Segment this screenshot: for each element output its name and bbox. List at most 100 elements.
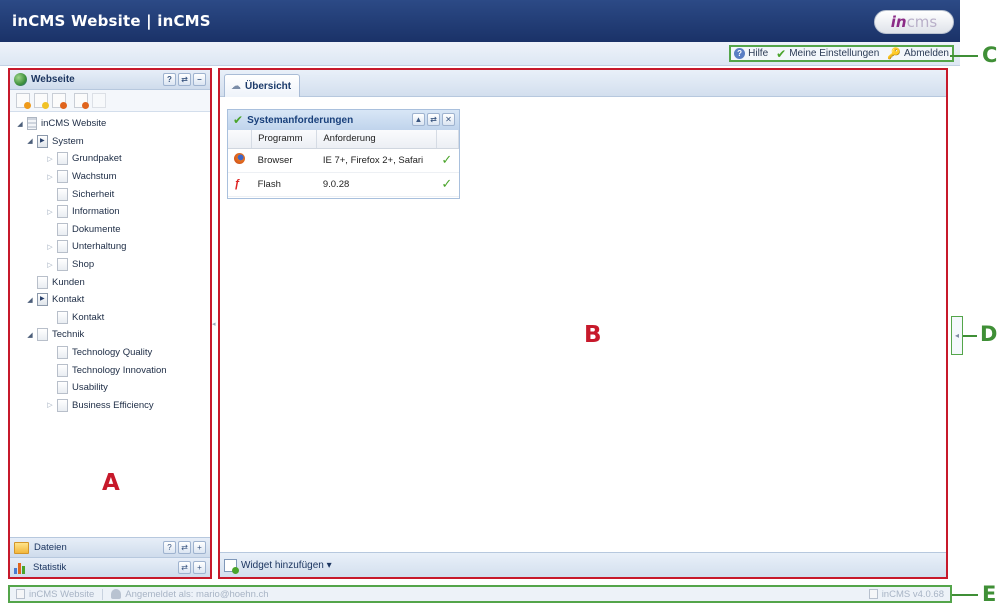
check-icon: ✔ <box>776 46 787 61</box>
tree-item[interactable]: ▷ Information <box>10 203 210 221</box>
tree-item-label: Technology Innovation <box>72 364 167 376</box>
page-icon <box>57 240 68 254</box>
copy-page-icon[interactable] <box>74 93 89 109</box>
tree-item-label: Usability <box>72 382 108 394</box>
widget-header[interactable]: ✔ Systemanforderungen ▲ ⇄ ✕ <box>228 110 459 130</box>
tree-item-label: Information <box>72 206 120 218</box>
tree-item[interactable]: ◢ Kontakt <box>10 291 210 309</box>
page-icon <box>16 589 25 599</box>
tree-item-label: Sicherheit <box>72 188 115 200</box>
expand-arrow-icon[interactable]: ▷ <box>46 261 54 269</box>
help-link[interactable]: ? Hilfe <box>734 48 768 59</box>
stats-refresh-button[interactable]: ⇄ <box>178 561 191 574</box>
page-icon <box>37 328 48 342</box>
tree-item[interactable]: Kunden <box>10 273 210 291</box>
expand-arrow-icon[interactable]: ▷ <box>46 243 54 251</box>
callout-e: E <box>982 582 997 606</box>
overview-panel: ☁ Übersicht ✔ Systemanforderungen ▲ ⇄ ✕ … <box>218 68 948 579</box>
add-page-icon[interactable] <box>16 93 31 109</box>
left-panel-footer: Dateien ? ⇄ + Statistik ⇄ + <box>10 537 210 577</box>
region-label-b: B <box>584 322 602 348</box>
tree-item[interactable]: ◢ System <box>10 133 210 151</box>
tab-overview[interactable]: ☁ Übersicht <box>224 74 301 97</box>
check-icon: ✓ <box>436 148 459 173</box>
files-expand-button[interactable]: + <box>193 541 206 554</box>
add-widget-icon <box>224 558 239 574</box>
settings-link[interactable]: ✔ Meine Einstellungen <box>776 47 879 61</box>
paste-page-icon[interactable] <box>92 93 106 108</box>
tree-item[interactable]: Usability <box>10 379 210 397</box>
globe-icon <box>14 73 27 86</box>
tree-item-label: Kontakt <box>52 294 85 306</box>
statistics-section[interactable]: Statistik ⇄ + <box>10 557 210 577</box>
expand-arrow-icon[interactable]: ◢ <box>16 120 24 128</box>
stats-expand-button[interactable]: + <box>193 561 206 574</box>
logout-link[interactable]: 🔑 Abmelden <box>887 47 949 60</box>
tree-item-label: Wachstum <box>72 171 117 183</box>
incms-logo[interactable]: incms <box>874 10 954 34</box>
add-widget-button[interactable]: Widget hinzufügen ▾ <box>241 560 332 571</box>
tree-item[interactable]: ▷ Unterhaltung <box>10 238 210 256</box>
tree-item-label: System <box>52 135 84 147</box>
status-site[interactable]: inCMS Website <box>16 589 94 600</box>
site-panel-tools: ? ⇄ – <box>163 73 206 86</box>
expand-arrow-icon[interactable]: ◢ <box>26 296 34 304</box>
refresh-button[interactable]: ⇄ <box>178 73 191 86</box>
tree-item[interactable]: Dokumente <box>10 221 210 239</box>
top-toolbar: ? Hilfe ✔ Meine Einstellungen 🔑 Abmelden <box>0 42 960 66</box>
table-row: Browser IE 7+, Firefox 2+, Safari ✓ <box>228 148 459 173</box>
widget-refresh-button[interactable]: ⇄ <box>427 113 440 126</box>
callout-line-c <box>950 55 978 57</box>
app-title: inCMS Website | inCMS <box>12 12 211 30</box>
status-version: inCMS v4.0.68 <box>868 589 944 600</box>
page-icon <box>37 275 48 289</box>
site-tree: ◢ inCMS Website ◢ System ▷ Grundpaket ▷ Wachstu… <box>10 112 210 414</box>
expand-arrow-icon[interactable]: ▷ <box>46 173 54 181</box>
edit-page-icon[interactable] <box>34 93 49 109</box>
expand-arrow-icon[interactable]: ▷ <box>46 208 54 216</box>
east-panel-collapse-handle[interactable]: ◂ <box>951 316 963 355</box>
page-icon <box>57 346 68 360</box>
widget-collapse-button[interactable]: ▲ <box>412 113 425 126</box>
tree-item[interactable]: ◢ Technik <box>10 326 210 344</box>
help-button[interactable]: ? <box>163 73 176 86</box>
files-refresh-button[interactable]: ⇄ <box>178 541 191 554</box>
expand-arrow-icon[interactable]: ◢ <box>26 137 34 145</box>
panel-splitter[interactable]: ◂ <box>212 320 216 328</box>
tree-item-label: Kontakt <box>72 311 105 323</box>
widget-close-button[interactable]: ✕ <box>442 113 455 126</box>
column-header[interactable]: Anforderung <box>316 130 437 149</box>
page-icon <box>57 152 68 166</box>
tab-strip: ☁ Übersicht <box>220 70 946 97</box>
tree-item[interactable]: Technology Innovation <box>10 361 210 379</box>
tree-item[interactable]: Kontakt <box>10 309 210 327</box>
region-label-a: A <box>102 470 120 496</box>
tree-item[interactable]: ▷ Business Efficiency <box>10 397 210 415</box>
help-icon: ? <box>734 48 746 59</box>
expand-arrow-icon[interactable]: ▷ <box>46 401 54 409</box>
system-requirements-widget: ✔ Systemanforderungen ▲ ⇄ ✕ Programm Anf… <box>227 109 460 199</box>
collapse-button[interactable]: – <box>193 73 206 86</box>
tree-item[interactable]: ▷ Wachstum <box>10 168 210 186</box>
files-section[interactable]: Dateien ? ⇄ + <box>10 537 210 557</box>
site-tree-panel: Webseite ? ⇄ – ◢ inCMS Website ◢ System ▷ Gru… <box>8 68 212 579</box>
expand-arrow-icon[interactable]: ▷ <box>46 155 54 163</box>
column-header[interactable]: Programm <box>251 130 318 149</box>
website-icon <box>27 117 37 131</box>
page-icon <box>57 205 68 219</box>
page-icon <box>57 310 68 324</box>
tree-item[interactable]: Sicherheit <box>10 185 210 203</box>
expand-arrow-icon[interactable]: ◢ <box>26 331 34 339</box>
page-icon <box>57 398 68 412</box>
callout-line-d <box>963 335 977 337</box>
delete-page-icon[interactable] <box>52 93 67 109</box>
tree-item[interactable]: Technology Quality <box>10 344 210 362</box>
files-help-button[interactable]: ? <box>163 541 176 554</box>
tree-item-label: Unterhaltung <box>72 241 127 253</box>
tree-item[interactable]: ▷ Grundpaket <box>10 150 210 168</box>
tree-item[interactable]: ▷ Shop <box>10 256 210 274</box>
tree-item[interactable]: ◢ inCMS Website <box>10 115 210 133</box>
widget-title: Systemanforderungen <box>247 114 354 126</box>
bar-chart-icon <box>14 562 28 574</box>
folder-page-icon <box>37 134 48 148</box>
